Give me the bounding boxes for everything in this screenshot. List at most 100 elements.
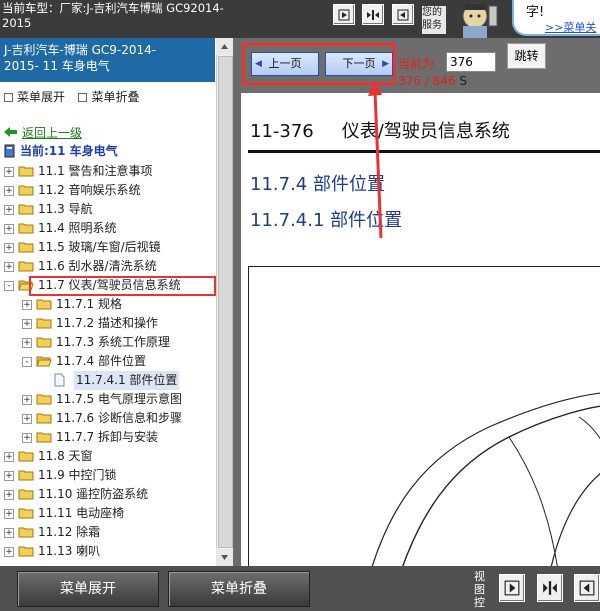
nav-first-button[interactable]	[333, 4, 355, 25]
bottom-expand-button[interactable]: 菜单展开	[17, 571, 159, 607]
page-count: 376 / 846 S	[398, 74, 467, 88]
collapse-icon[interactable]: -	[4, 281, 14, 291]
component-location-figure	[248, 266, 600, 566]
prev-arrow-icon: ◀	[255, 59, 262, 69]
tree-item-label: 11.4 照明系统	[38, 221, 117, 235]
back-link[interactable]: 返回上一级	[22, 124, 82, 141]
folder-icon	[18, 261, 34, 272]
expand-icon[interactable]: +	[22, 300, 32, 310]
tree-item[interactable]: +11.6 刮水器/清洗系统	[0, 257, 214, 276]
scroll-up-button[interactable]	[216, 38, 233, 55]
expand-icon[interactable]: +	[22, 433, 32, 443]
expand-icon[interactable]: +	[4, 490, 14, 500]
current-section: 当前:11 车身电气	[20, 144, 118, 158]
tree-item-label: 11.7.4.1 部件位置	[74, 371, 180, 390]
tree-item[interactable]: +11.2 音响娱乐系统	[0, 181, 214, 200]
menu-close-link[interactable]: >>菜单关	[545, 19, 596, 35]
expand-icon[interactable]: +	[4, 452, 14, 462]
jump-button[interactable]: 跳转	[507, 43, 546, 69]
tree-item-label: 11.7.1 规格	[56, 297, 122, 311]
expand-icon[interactable]: +	[4, 224, 14, 234]
tree-item-label: 11.7.3 系统工作原理	[56, 335, 170, 349]
folder-icon	[18, 242, 34, 253]
tree-item[interactable]: +11.7.2 描述和操作	[0, 314, 214, 333]
expand-icon[interactable]: +	[4, 547, 14, 557]
tree-highlight-box	[29, 276, 216, 296]
next-page-button[interactable]: 下一页 ▶	[325, 52, 393, 76]
bubble-text: 字!	[526, 5, 545, 20]
tree-item[interactable]: +11.12 除霜	[0, 523, 214, 542]
folder-open-icon	[36, 356, 52, 367]
document-icon	[54, 373, 65, 387]
tree-item[interactable]: +11.5 玻璃/车窗/后视镜	[0, 238, 214, 257]
tree-item[interactable]: +11.3 导航	[0, 200, 214, 219]
tree-item[interactable]: 11.7.4.1 部件位置	[0, 371, 214, 390]
tree-item-label: 11.7.2 描述和操作	[56, 316, 158, 330]
greeting-text: 您的服务	[422, 6, 446, 34]
tree-item[interactable]: +11.13 喇叭	[0, 542, 214, 561]
menu-expand-link[interactable]: 菜单展开	[2, 90, 65, 104]
tree-item[interactable]: +11.7.1 规格	[0, 295, 214, 314]
arrow-left-icon	[579, 580, 595, 596]
tree-item-label: 11.12 除霜	[38, 525, 101, 539]
scroll-down-button[interactable]	[216, 549, 233, 566]
tree-item[interactable]: +11.10 遥控防盗系统	[0, 485, 214, 504]
view-next-button[interactable]	[574, 574, 600, 602]
expand-icon[interactable]: +	[22, 338, 32, 348]
expand-icon[interactable]: +	[4, 243, 14, 253]
tree-item-label: 11.2 音响娱乐系统	[38, 183, 141, 197]
caret-down-icon	[221, 555, 228, 560]
expand-icon[interactable]: +	[22, 395, 32, 405]
tree-item-label: 11.5 玻璃/车窗/后视镜	[38, 240, 161, 254]
tree-item-label: 11.3 导航	[38, 202, 93, 216]
nav-split-button[interactable]	[362, 4, 384, 25]
folder-icon	[36, 394, 52, 405]
expand-icon[interactable]: +	[4, 205, 14, 215]
folder-icon	[18, 223, 34, 234]
view-control-label: 视图控	[474, 570, 485, 609]
tree-item[interactable]: +11.1 警告和注意事项	[0, 162, 214, 181]
tree-item-label: 11.7.6 诊断信息和步骤	[56, 411, 182, 425]
bottom-collapse-button[interactable]: 菜单折叠	[168, 571, 310, 607]
scroll-thumb[interactable]	[218, 56, 233, 548]
nav-last-button[interactable]	[392, 4, 414, 25]
expand-icon[interactable]: +	[4, 528, 14, 538]
panel-splitter[interactable]	[233, 38, 241, 566]
folder-icon	[18, 166, 34, 177]
expand-icon[interactable]: +	[4, 509, 14, 519]
expand-icon[interactable]: +	[4, 471, 14, 481]
square-icon	[78, 92, 88, 102]
left-panel: J-吉利汽车-博瑞 GC9-2014- 2015- 11 车身电气 菜单展开 菜…	[0, 38, 233, 566]
current-page-label: 当前为	[398, 57, 435, 71]
tree-item[interactable]: +11.7.5 电气原理示意图	[0, 390, 214, 409]
expand-icon[interactable]: +	[22, 319, 32, 329]
tree-item[interactable]: +11.7.6 诊断信息和步骤	[0, 409, 214, 428]
view-split-button[interactable]	[537, 574, 563, 602]
tree-item[interactable]: +11.7.7 拆卸与安装	[0, 428, 214, 447]
expand-icon[interactable]: +	[4, 167, 14, 177]
menu-collapse-link[interactable]: 菜单折叠	[76, 90, 139, 104]
expand-icon[interactable]: +	[4, 262, 14, 272]
split-arrows-icon	[367, 9, 379, 20]
menu-toggle-row: 菜单展开 菜单折叠	[2, 88, 212, 104]
tree-item-label: 11.8 天窗	[38, 449, 93, 463]
tree-item[interactable]: +11.4 照明系统	[0, 219, 214, 238]
tree-item-label: 11.11 电动座椅	[38, 506, 125, 520]
tree-item[interactable]: +11.11 电动座椅	[0, 504, 214, 523]
car-model-title: 当前车型：厂家:J-吉利汽车博瑞 GC92014- 2015	[2, 1, 224, 30]
tree-item[interactable]: +11.7.3 系统工作原理	[0, 333, 214, 352]
tree-item[interactable]: +11.8 天窗	[0, 447, 214, 466]
page-number-input[interactable]: 376	[446, 52, 496, 72]
tree-item-label: 11.13 喇叭	[38, 544, 101, 558]
tree-item[interactable]: +11.9 中控门锁	[0, 466, 214, 485]
view-prev-button[interactable]	[499, 574, 525, 602]
expand-icon[interactable]: +	[22, 414, 32, 424]
folder-icon	[18, 508, 34, 519]
tree-item[interactable]: - 11.7.4 部件位置	[0, 352, 214, 371]
arrow-left-icon	[397, 9, 409, 20]
expand-icon[interactable]: +	[4, 186, 14, 196]
prev-page-button[interactable]: ◀ 上一页	[251, 52, 319, 76]
collapse-icon[interactable]: -	[22, 357, 32, 367]
title-divider	[248, 150, 600, 153]
folder-icon	[18, 470, 34, 481]
